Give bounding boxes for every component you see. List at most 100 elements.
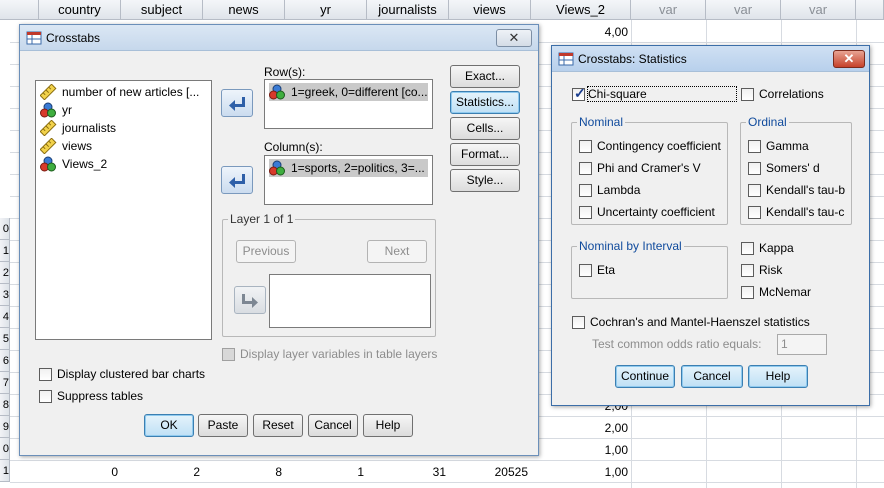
columns-list[interactable]: 1=sports, 2=politics, 3=... <box>264 155 433 205</box>
mcnemar-label: McNemar <box>759 285 812 299</box>
display-layer-variables-checkbox[interactable] <box>222 348 235 361</box>
column-header-var[interactable]: var <box>631 0 706 20</box>
cell-news[interactable]: 8 <box>203 461 285 483</box>
uncertainty-coefficient-checkbox[interactable] <box>579 206 592 219</box>
row-header[interactable]: 7 <box>0 372 10 394</box>
style-button[interactable]: Style... <box>450 169 520 192</box>
cell-views2[interactable]: 1,00 <box>531 439 631 461</box>
lambda-label: Lambda <box>597 183 641 197</box>
statistics-button[interactable]: Statistics... <box>450 91 520 114</box>
source-variable-list[interactable]: number of new articles [... yr journalis… <box>35 80 212 340</box>
column-header-country[interactable]: country <box>39 0 121 20</box>
cell-views[interactable]: 20525 <box>449 461 531 483</box>
row-header[interactable]: 5 <box>0 328 10 350</box>
check-mark-icon: ✓ <box>574 85 586 101</box>
cell-subject[interactable]: 2 <box>121 461 203 483</box>
kendalls-tau-c-checkbox[interactable] <box>748 206 761 219</box>
kappa-label: Kappa <box>759 241 794 255</box>
row-header[interactable]: 3 <box>0 284 10 306</box>
column-header-journalists[interactable]: journalists <box>367 0 449 20</box>
display-clustered-bar-charts-label: Display clustered bar charts <box>57 367 206 381</box>
continue-button[interactable]: Continue <box>615 365 675 388</box>
contingency-coefficient-checkbox[interactable] <box>579 140 592 153</box>
row-header[interactable]: 4 <box>0 306 10 328</box>
layer-label: Layer 1 of 1 <box>228 212 296 226</box>
phi-cramers-v-label: Phi and Cramer's V <box>597 161 701 175</box>
column-header-views2[interactable]: Views_2 <box>531 0 631 20</box>
cell-views2[interactable]: 4,00 <box>531 21 631 43</box>
exact-button[interactable]: Exact... <box>450 65 520 88</box>
somers-d-checkbox[interactable] <box>748 162 761 175</box>
cell-journalists[interactable]: 31 <box>367 461 449 483</box>
mcnemar-checkbox[interactable] <box>741 286 754 299</box>
ordinal-group: Ordinal Gamma Somers' d Kendall's tau-b … <box>740 115 852 225</box>
lambda-checkbox[interactable] <box>579 184 592 197</box>
move-to-layer-button[interactable] <box>234 286 266 314</box>
eta-checkbox[interactable] <box>579 264 592 277</box>
column-header-var[interactable]: var <box>781 0 856 20</box>
column-header-subject[interactable]: subject <box>121 0 203 20</box>
row-header[interactable]: 2 <box>0 262 10 284</box>
cell-country[interactable]: 0 <box>39 461 121 483</box>
column-header-blank <box>856 0 884 20</box>
column-variable-item[interactable]: 1=sports, 2=politics, 3=... <box>269 159 428 177</box>
crosstabs-close-button[interactable]: ✕ <box>496 29 532 47</box>
previous-layer-button[interactable]: Previous <box>236 240 296 263</box>
row-variable-item[interactable]: 1=greek, 0=different [co... <box>269 83 428 101</box>
statistics-help-button[interactable]: Help <box>748 365 808 388</box>
row-header[interactable]: 9 <box>0 416 10 438</box>
row-header[interactable]: 8 <box>0 394 10 416</box>
display-clustered-bar-charts-checkbox[interactable] <box>39 368 52 381</box>
column-header-yr[interactable]: yr <box>285 0 367 20</box>
move-to-columns-button[interactable] <box>221 166 253 194</box>
ok-button[interactable]: OK <box>144 414 194 437</box>
corner-header <box>0 0 39 20</box>
uncertainty-coefficient-label: Uncertainty coefficient <box>597 205 715 219</box>
row-header[interactable]: 1 <box>0 460 10 482</box>
statistics-title: Crosstabs: Statistics <box>578 52 687 66</box>
suppress-tables-checkbox[interactable] <box>39 390 52 403</box>
paste-button[interactable]: Paste <box>198 414 248 437</box>
cancel-button[interactable]: Cancel <box>308 414 358 437</box>
column-header-views[interactable]: views <box>449 0 531 20</box>
eta-label: Eta <box>597 263 616 277</box>
rows-list[interactable]: 1=greek, 0=different [co... <box>264 79 433 129</box>
risk-checkbox[interactable] <box>741 264 754 277</box>
nominal-by-interval-legend: Nominal by Interval <box>577 239 684 253</box>
column-header-news[interactable]: news <box>203 0 285 20</box>
statistics-app-icon <box>558 52 574 66</box>
help-button[interactable]: Help <box>363 414 413 437</box>
gamma-checkbox[interactable] <box>748 140 761 153</box>
arrow-left-icon <box>229 97 245 111</box>
crosstabs-titlebar[interactable]: Crosstabs ✕ <box>20 25 538 51</box>
statistics-titlebar[interactable]: Crosstabs: Statistics ✕ <box>552 46 869 72</box>
kendalls-tau-b-checkbox[interactable] <box>748 184 761 197</box>
next-layer-button[interactable]: Next <box>367 240 427 263</box>
row-header[interactable]: 0 <box>0 218 10 240</box>
row-header[interactable]: 1 <box>0 240 10 262</box>
move-to-rows-button[interactable] <box>221 89 253 117</box>
correlations-checkbox[interactable] <box>741 88 754 101</box>
cell-views2[interactable]: 2,00 <box>531 417 631 439</box>
cell-yr[interactable]: 1 <box>285 461 367 483</box>
chi-square-checkbox[interactable]: ✓ <box>572 85 586 101</box>
statistics-cancel-button[interactable]: Cancel <box>681 365 743 388</box>
column-header-var[interactable]: var <box>706 0 781 20</box>
test-odds-ratio-label: Test common odds ratio equals: <box>592 337 762 351</box>
row-header[interactable]: 6 <box>0 350 10 372</box>
format-button[interactable]: Format... <box>450 143 520 166</box>
kappa-checkbox[interactable] <box>741 242 754 255</box>
phi-cramers-v-checkbox[interactable] <box>579 162 592 175</box>
layer-group: Layer 1 of 1 Previous Next <box>222 212 436 337</box>
cell-views2[interactable]: 1,00 <box>531 461 631 483</box>
reset-button[interactable]: Reset <box>253 414 303 437</box>
arrow-left-icon <box>229 174 245 188</box>
variable-label: number of new articles [... <box>62 85 200 99</box>
cochran-mantel-haenszel-checkbox[interactable] <box>572 316 585 329</box>
row-header[interactable]: 0 <box>0 438 10 460</box>
layer-list[interactable] <box>269 274 431 328</box>
cells-button[interactable]: Cells... <box>450 117 520 140</box>
statistics-close-button[interactable]: ✕ <box>833 50 865 68</box>
test-odds-ratio-input[interactable]: 1 <box>777 334 827 355</box>
variable-label: Views_2 <box>62 157 108 171</box>
